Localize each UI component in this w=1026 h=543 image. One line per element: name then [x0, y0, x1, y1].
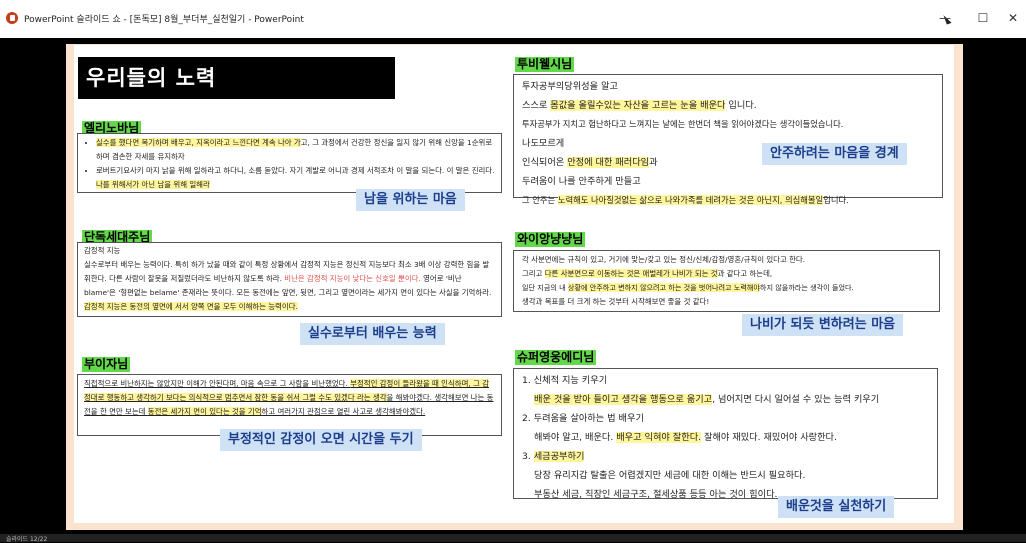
- paragraph: 당장 유리지갑 탈출은 어렵겠지만 세금에 대한 이해는 반드시 필요하다.: [534, 470, 806, 481]
- paragraph: 두려움이 나를 안주하게 만들고: [522, 176, 641, 187]
- paragraph: 생각과 목표를 더 크게 하는 것부터 시작해보면 좋을 것 같다!: [522, 297, 710, 306]
- paragraph: 실수로부터 배우는 능력이다. 특히 하가 났을 때와 같이 특정 상황에서 감…: [84, 260, 492, 311]
- list-item: 실수를 했다면 복기하며 배우고, 지옥이라고 느낀다면 계속 나아 가고, 그…: [96, 136, 495, 164]
- window-titlebar: PowerPoint 슬라이드 쇼 - [돈독모] 8월_부더부_실천일기 - …: [0, 0, 1026, 39]
- section-box-tobewealthy: 투자공부의당위성을 알고 스스로 몸값을 올릴수있는 자산을 고르는 눈을 배운…: [513, 74, 943, 205]
- section-box-wyangnyang: 각 사분면에는 규칙이 있고, 거기에 맞는/갖고 있는 정신/신체/감정/영혼…: [513, 250, 940, 312]
- paragraph: 투자공부가 지치고 험난하다고 느껴지는 날에는 한번더 책을 읽어야겠다는 생…: [522, 119, 844, 129]
- section-box-superhero-eddie: 1. 신체적 지능 키우기 배운 것을 받아 들이고 생각을 행동으로 옮기고,…: [513, 368, 938, 500]
- section-name-tobewealthy: 투비웰시님: [515, 57, 575, 72]
- section-box-elinova: 실수를 했다면 복기하며 배우고, 지옥이라고 느낀다면 계속 나아 가고, 그…: [77, 133, 502, 193]
- list-item: 1. 신체적 지능 키우기: [522, 375, 608, 386]
- summary-badge: 남을 위하는 마음: [356, 189, 465, 211]
- paragraph: 스스로 몸값을 올릴수있는 자산을 고르는 눈을 배운다 입니다.: [522, 100, 757, 111]
- section-name-superhero-eddie: 슈퍼영웅에디님: [515, 350, 597, 365]
- paragraph: 배운 것을 받아 들이고 생각을 행동으로 옮기고, 넘어지면 다시 일어설 수…: [534, 394, 880, 405]
- powerpoint-logo-icon: [6, 12, 18, 24]
- status-bar: [0, 534, 1026, 542]
- section-name-buija: 부이자님: [82, 357, 131, 372]
- section-box-single-household: 감정적 지능 실수로부터 배우는 능력이다. 특히 하가 났을 때와 같이 특정…: [77, 242, 502, 317]
- paragraph: 감정적 지능: [84, 246, 121, 255]
- list-item: 2. 두려움을 살아하는 법 배우기: [522, 413, 644, 424]
- maximize-button[interactable]: ☐: [968, 8, 998, 28]
- paragraph: 각 사분면에는 규칙이 있고, 거기에 맞는/갖고 있는 정신/신체/감정/영혼…: [522, 255, 806, 264]
- list-item: 3. 세금공부하기: [522, 451, 585, 462]
- minimize-button[interactable]: —: [930, 8, 960, 28]
- summary-badge: 나비가 되듯 변하려는 마음: [742, 314, 904, 336]
- list-item: 로버트기요사키 마지 낡을 위해 일하라고 하다니, 소름 돋았다. 자기 계발…: [96, 164, 495, 192]
- paragraph: 일단 지금의 내 상황에 안주하고 변하지 않으려고 하는 것을 벗어나려고 노…: [522, 283, 854, 292]
- paragraph: 해봐야 알고, 배운다. 배우고 익혀야 잘한다. 잘해야 재밌다. 재밌어야 …: [534, 432, 837, 443]
- close-button[interactable]: ✕: [998, 8, 1026, 28]
- paragraph: 직접적으로 비난하지는 않았지만 이해가 안된다며, 마음 속으로 그 사람을 …: [84, 379, 494, 416]
- slide-title: 우리들의 노력: [78, 57, 395, 99]
- paragraph: 그 안주는 노력해도 나아질것없는 삶으로 나와가족를 데려가는 것은 아닌지,…: [522, 195, 849, 205]
- summary-badge: 실수로부터 배우는 능력: [300, 323, 445, 345]
- section-box-buija: 직접적으로 비난하지는 않았지만 이해가 안된다며, 마음 속으로 그 사람을 …: [77, 374, 502, 436]
- summary-badge: 부정적인 감정이 오면 시간을 두기: [220, 429, 422, 451]
- paragraph: 그리고 다른 사분면으로 이동하는 것은 애벌레가 나비가 되는 것과 같다고 …: [522, 269, 773, 278]
- section-name-wyangnyang: 와이앙냥냥님: [515, 232, 586, 247]
- summary-badge: 배운것을 실천하기: [778, 496, 895, 518]
- summary-badge: 안주하려는 마음을 경계: [762, 143, 907, 165]
- paragraph: 투자공부의당위성을 알고: [522, 81, 618, 92]
- window-title: PowerPoint 슬라이드 쇼 - [돈독모] 8월_부더부_실천일기 - …: [24, 15, 304, 25]
